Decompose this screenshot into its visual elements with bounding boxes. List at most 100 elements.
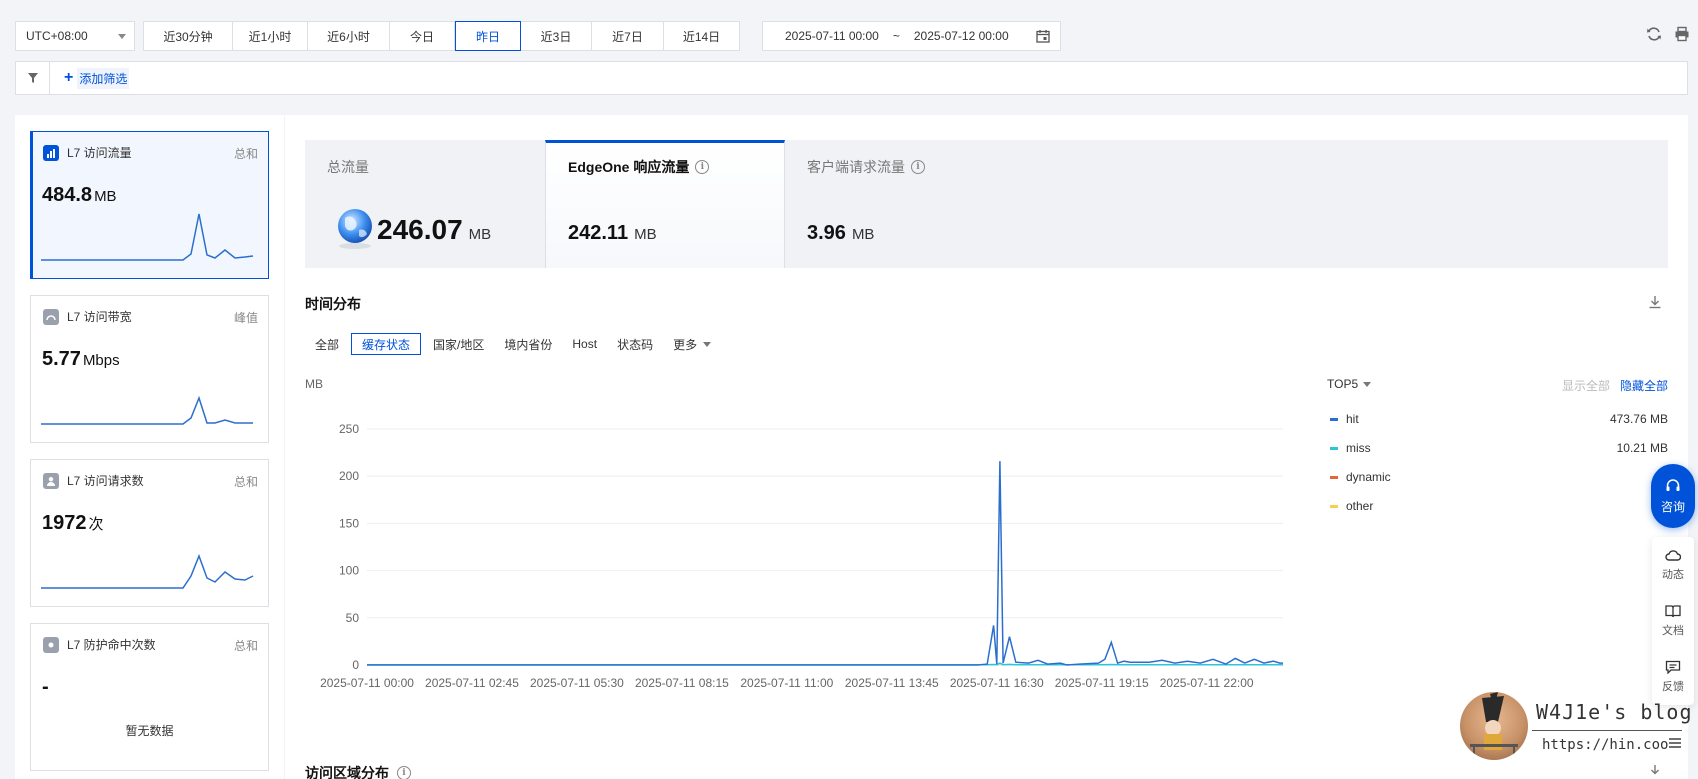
legend-header: TOP5 显示全部 隐藏全部 xyxy=(1327,377,1668,397)
time-series-chart: MB 0 50 100 150 200 250 2025-07-11 00:00 2025-… xyxy=(305,377,1283,690)
date-range-picker[interactable]: 2025-07-11 00:00 ~ 2025-07-12 00:00 xyxy=(762,21,1061,51)
stat-tab-edgeone[interactable]: EdgeOne 响应流量 i 242.11 MB xyxy=(545,140,785,268)
show-all-link[interactable]: 显示全部 xyxy=(1562,377,1610,394)
stat-tab-total[interactable]: 总流量 246.07 MB xyxy=(305,140,545,268)
legend-name: dynamic xyxy=(1346,470,1391,484)
stat-tabs: 总流量 246.07 MB EdgeOne 响应流量 i 242.11 MB 客… xyxy=(305,140,1668,268)
legend-item-dynamic[interactable]: dynamic 0 xyxy=(1330,467,1668,487)
y-tick-label: 50 xyxy=(346,611,360,625)
add-filter-label: 添加筛选 xyxy=(77,67,130,89)
metric-agg: 峰值 xyxy=(233,311,258,325)
info-icon[interactable]: i xyxy=(695,160,710,174)
section-time-distribution: 时间分布 xyxy=(305,296,361,312)
info-icon[interactable]: i xyxy=(397,766,411,779)
no-data-text: 暂无数据 xyxy=(125,724,174,738)
watermark-divider xyxy=(1532,730,1682,731)
top5-label: TOP5 xyxy=(1327,377,1359,391)
tool-news[interactable]: 动态 xyxy=(1652,537,1694,593)
plus-icon: + xyxy=(64,69,74,86)
metric-value: - xyxy=(42,676,49,698)
range-14d[interactable]: 近14日 xyxy=(664,22,739,50)
stat-tab-client[interactable]: 客户端请求流量 i 3.96 MB xyxy=(785,140,1025,268)
tab-country[interactable]: 国家/地区 xyxy=(423,333,494,355)
legend-item-miss[interactable]: miss 10.21 MB xyxy=(1330,438,1668,458)
stat-value: 242.11 xyxy=(568,222,629,244)
y-tick-label: 100 xyxy=(339,564,359,578)
sparkline-traffic xyxy=(41,213,254,261)
metric-card-l7-requests[interactable]: L7 访问请求数 总和 1972 次 xyxy=(30,459,269,607)
range-30min[interactable]: 近30分钟 xyxy=(144,22,233,50)
metric-card-l7-bandwidth[interactable]: L7 访问带宽 峰值 5.77 Mbps xyxy=(30,295,269,443)
x-tick-label: 2025-07-11 00:00 xyxy=(320,676,414,690)
download-icon[interactable] xyxy=(1648,295,1662,309)
gauge-icon xyxy=(43,308,59,325)
info-icon[interactable]: i xyxy=(911,160,925,174)
cloud-icon xyxy=(1665,550,1681,561)
section-region-header: 访问区域分布 i xyxy=(305,763,411,779)
tab-province[interactable]: 境内省份 xyxy=(494,333,562,355)
top5-select[interactable]: TOP5 xyxy=(1327,377,1372,391)
legend-swatch xyxy=(1330,504,1338,508)
top-actions xyxy=(1646,26,1690,42)
tool-label: 文档 xyxy=(1662,625,1684,637)
stat-unit: MB xyxy=(468,226,492,243)
legend-item-other[interactable]: other 0 xyxy=(1330,496,1668,516)
chevron-down-icon xyxy=(703,341,712,347)
chevron-down-icon xyxy=(1363,381,1372,387)
consult-button[interactable]: 咨询 xyxy=(1651,464,1695,528)
range-1h[interactable]: 近1小时 xyxy=(233,22,308,50)
metric-card-l7-security[interactable]: L7 防护命中次数 总和 - 暂无数据 xyxy=(30,623,269,771)
metric-title: L7 访问带宽 xyxy=(67,310,132,324)
metric-title: L7 访问流量 xyxy=(67,146,132,160)
x-tick-label: 2025-07-11 16:30 xyxy=(950,676,1044,690)
x-tick-label: 2025-07-11 19:15 xyxy=(1055,676,1149,690)
x-tick-label: 2025-07-11 05:30 xyxy=(530,676,624,690)
range-yesterday[interactable]: 昨日 xyxy=(455,21,521,51)
time-range-group: 近30分钟 近1小时 近6小时 今日 昨日 近3日 近7日 近14日 xyxy=(143,21,740,51)
timezone-select[interactable]: UTC+08:00 xyxy=(15,21,135,51)
series-line-hit xyxy=(367,461,1283,666)
refresh-icon[interactable] xyxy=(1646,26,1662,42)
metric-card-l7-traffic[interactable]: L7 访问流量 总和 484.8 MB xyxy=(30,131,269,279)
date-separator: ~ xyxy=(892,29,900,43)
tab-all[interactable]: 全部 xyxy=(305,333,349,355)
filter-icon[interactable] xyxy=(16,62,50,94)
book-icon xyxy=(1665,605,1681,618)
range-3d[interactable]: 近3日 xyxy=(521,22,592,50)
metric-sidebar: L7 访问流量 总和 484.8 MB L7 访问带宽 峰值 5.77 Mbps xyxy=(15,115,284,779)
tab-cache-status[interactable]: 缓存状态 xyxy=(351,333,422,355)
date-start: 2025-07-11 00:00 xyxy=(785,29,879,43)
filter-bar: + 添加筛选 xyxy=(15,61,1688,95)
tab-status-code[interactable]: 状态码 xyxy=(607,333,663,355)
calendar-icon xyxy=(1036,30,1050,43)
print-icon[interactable] xyxy=(1674,26,1690,42)
y-tick-label: 200 xyxy=(339,469,359,483)
add-filter-button[interactable]: + 添加筛选 xyxy=(64,67,130,89)
x-tick-label: 2025-07-11 13:45 xyxy=(845,676,939,690)
metric-agg: 总和 xyxy=(233,475,258,489)
metric-agg: 总和 xyxy=(233,639,258,653)
legend-item-hit[interactable]: hit 473.76 MB xyxy=(1330,409,1668,429)
tab-more[interactable]: 更多 xyxy=(663,333,721,355)
range-7d[interactable]: 近7日 xyxy=(592,22,664,50)
shield-icon xyxy=(43,636,59,653)
tab-host[interactable]: Host xyxy=(562,333,607,355)
tool-docs[interactable]: 文档 xyxy=(1652,593,1694,649)
stat-label: 总流量 xyxy=(327,159,369,175)
date-end: 2025-07-12 00:00 xyxy=(913,29,1009,43)
tab-more-label: 更多 xyxy=(673,337,698,352)
stat-unit: MB xyxy=(851,226,875,243)
range-6h[interactable]: 近6小时 xyxy=(308,22,390,50)
tool-feedback[interactable]: 反馈 xyxy=(1652,649,1694,705)
legend-name: other xyxy=(1346,499,1374,513)
list-icon[interactable] xyxy=(1668,737,1682,749)
bar-chart-icon xyxy=(43,144,59,161)
x-tick-label: 2025-07-11 08:15 xyxy=(635,676,729,690)
hide-all-link[interactable]: 隐藏全部 xyxy=(1620,377,1668,394)
message-icon xyxy=(1665,660,1681,674)
range-today[interactable]: 今日 xyxy=(390,22,455,50)
metric-title: L7 访问请求数 xyxy=(67,474,144,488)
download-icon[interactable] xyxy=(1648,764,1662,778)
legend-swatch xyxy=(1330,475,1338,479)
timezone-value: UTC+08:00 xyxy=(26,29,88,43)
